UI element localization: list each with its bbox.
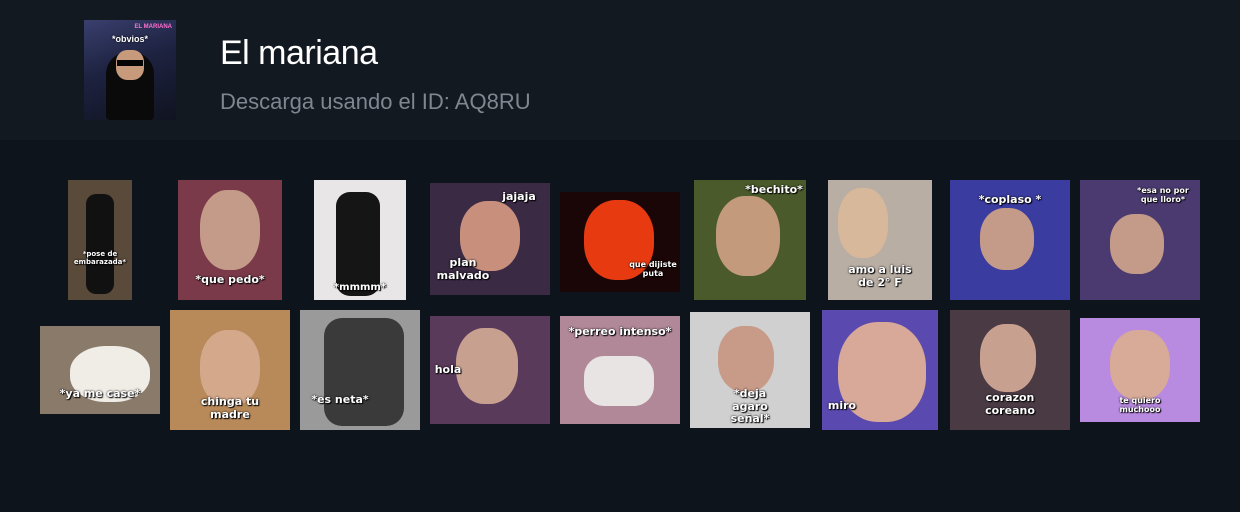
sticker-mmmm[interactable]: *mmmm* — [314, 180, 406, 300]
sticker-caption: chinga tu madre — [200, 395, 260, 421]
sticker-caption: *ya me case* — [59, 387, 141, 400]
sticker-face — [1110, 330, 1170, 400]
sticker-pose-de-embarazada[interactable]: *pose de embarazada* — [68, 180, 132, 300]
sticker-caption: *esa no por que lloro* — [1137, 186, 1189, 205]
sticker-es-neta[interactable]: *es neta* — [300, 310, 420, 430]
sticker-caption-top: jajaja — [502, 190, 536, 203]
sticker-face — [980, 324, 1036, 392]
sticker-caption: *coplaso * — [978, 193, 1042, 206]
sticker-figure — [584, 356, 654, 406]
cover-caption: *obvios* — [111, 34, 148, 44]
sticker-caption: *perreo intenso* — [568, 325, 672, 338]
sticker-esa-no-por-que-lloro[interactable]: *esa no por que lloro* — [1080, 180, 1200, 300]
sticker-te-quiero-muchooo[interactable]: te quiero muchooo — [1080, 318, 1200, 422]
sticker-caption: *que pedo* — [195, 273, 265, 286]
sticker-caption: *deja agaro señal* — [730, 387, 770, 426]
sticker-caption: *mmmm* — [333, 282, 387, 293]
sticker-hola[interactable]: hola — [430, 316, 550, 424]
pack-header: *obvios* EL MARIANA El mariana Descarga … — [0, 0, 1240, 140]
sticker-face — [200, 190, 260, 270]
sticker-face — [838, 188, 888, 258]
sticker-caption: corazon coreano — [985, 391, 1035, 417]
sticker-bechito[interactable]: *bechito* — [694, 180, 806, 300]
sticker-face — [718, 326, 774, 392]
sticker-figure — [324, 318, 404, 426]
sticker-caption: miro — [827, 399, 857, 412]
sticker-caption: *pose de embarazada* — [73, 250, 127, 267]
sticker-caption: hola — [434, 363, 462, 376]
sticker-figure — [86, 194, 114, 294]
pack-download-id: Descarga usando el ID: AQ8RU — [220, 89, 531, 114]
sticker-caption: amo a luis de 2° F — [848, 263, 912, 289]
pack-title: El mariana — [220, 34, 378, 72]
sticker-caption: plan malvado — [436, 256, 490, 282]
sticker-caption: que dijiste puta — [629, 260, 677, 279]
sticker-caption: *es neta* — [311, 393, 369, 406]
sticker-corazon-coreano[interactable]: corazon coreano — [950, 310, 1070, 430]
sticker-plan-malvado[interactable]: jajaja plan malvado — [430, 183, 550, 295]
pack-cover-image: *obvios* EL MARIANA — [84, 20, 176, 120]
sticker-perreo-intenso[interactable]: *perreo intenso* — [560, 316, 680, 424]
sticker-miro[interactable]: miro — [822, 310, 938, 430]
sticker-deja-agaro-senal[interactable]: *deja agaro señal* — [690, 312, 810, 428]
sticker-caption: te quiero muchooo — [1119, 396, 1161, 415]
sticker-que-dijiste[interactable]: que dijiste puta — [560, 192, 680, 292]
sticker-figure — [336, 192, 380, 296]
sticker-face — [1110, 214, 1164, 274]
sticker-face — [716, 196, 780, 276]
sticker-chinga-tu-madre[interactable]: chinga tu madre — [170, 310, 290, 430]
sticker-ya-me-case[interactable]: *ya me case* — [40, 326, 160, 414]
sticker-que-pedo[interactable]: *que pedo* — [178, 180, 282, 300]
sticker-caption: *bechito* — [745, 183, 803, 196]
sticker-coplaso[interactable]: *coplaso * — [950, 180, 1070, 300]
cover-neon-sign: EL MARIANA — [134, 24, 172, 30]
sticker-amo-a-luis[interactable]: amo a luis de 2° F — [828, 180, 932, 300]
sticker-face — [980, 208, 1034, 270]
cover-sunglasses — [117, 60, 143, 66]
